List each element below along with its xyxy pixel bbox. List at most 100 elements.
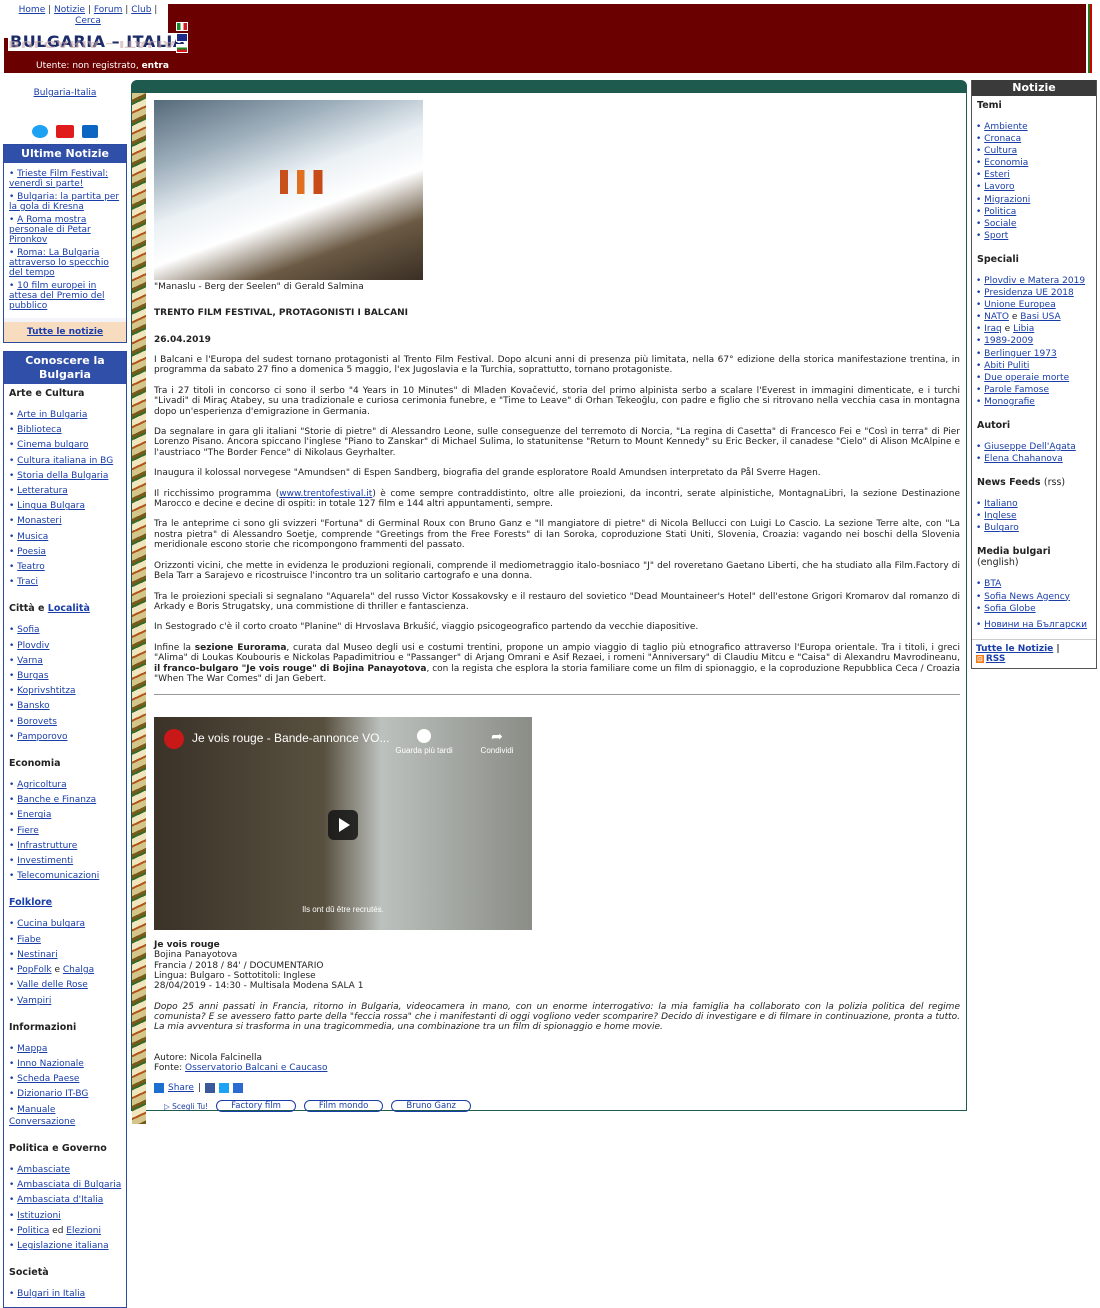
plus-icon[interactable] xyxy=(154,1083,164,1094)
citta-link[interactable]: Burgas xyxy=(17,671,48,681)
watch-later-button[interactable]: Guarda più tardi xyxy=(394,729,454,755)
temi-link[interactable]: Politica xyxy=(984,207,1016,217)
pol-link[interactable]: Ambasciata di Bulgaria xyxy=(17,1180,121,1190)
all-news-link[interactable]: Tutte le notizie xyxy=(4,322,126,342)
nav-forum-link[interactable]: Forum xyxy=(94,5,123,15)
italian-flag-icon[interactable] xyxy=(176,22,188,31)
folk-link[interactable]: Valle delle Rose xyxy=(17,980,88,990)
temi-link[interactable]: Cultura xyxy=(984,146,1017,156)
channel-logo-icon[interactable] xyxy=(164,729,184,750)
feed-link[interactable]: Inglese xyxy=(984,511,1016,521)
festival-link[interactable]: www.trentofestival.it xyxy=(279,489,372,499)
citta-link[interactable]: Borovets xyxy=(17,717,57,727)
speciali-link[interactable]: Presidenza UE 2018 xyxy=(984,288,1074,298)
folk-link[interactable]: Vampiri xyxy=(17,996,51,1006)
arte-link[interactable]: Lingua Bulgara xyxy=(17,501,85,511)
media-link[interactable]: Sofia News Agency xyxy=(984,592,1070,602)
speciali-link[interactable]: Due operaie morte xyxy=(984,373,1069,383)
feed-link[interactable]: Italiano xyxy=(984,499,1017,509)
arte-link[interactable]: Arte in Bulgaria xyxy=(17,410,87,420)
info-link[interactable]: Inno Nazionale xyxy=(17,1059,84,1069)
economia-link[interactable]: Investimenti xyxy=(17,856,73,866)
arte-link[interactable]: Traci xyxy=(17,577,38,587)
citta-link[interactable]: Bansko xyxy=(17,701,49,711)
citta-link[interactable]: Plovdiv xyxy=(17,641,49,651)
latest-news-link[interactable]: Roma: La Bulgaria attraverso lo specchio… xyxy=(9,248,109,278)
citta-link[interactable]: Sofia xyxy=(17,625,39,635)
economia-link[interactable]: Energia xyxy=(17,810,51,820)
speciali-link[interactable]: Parole Famose xyxy=(984,385,1049,395)
nato-link[interactable]: NATO xyxy=(984,312,1009,322)
speciali-link[interactable]: 1989-2009 xyxy=(984,336,1033,346)
pol-link[interactable]: Legislazione italiana xyxy=(17,1241,108,1251)
uk-flag-icon[interactable] xyxy=(176,33,188,42)
arte-link[interactable]: Biblioteca xyxy=(17,425,61,435)
economia-link[interactable]: Telecomunicazioni xyxy=(17,871,99,881)
pol-link[interactable]: Ambasciate xyxy=(17,1165,70,1175)
societa-link[interactable]: Bulgari in Italia xyxy=(17,1289,85,1299)
share-link[interactable]: Share xyxy=(168,1083,194,1093)
feed-link[interactable]: Bulgaro xyxy=(984,523,1019,533)
economia-link[interactable]: Agricoltura xyxy=(17,780,66,790)
chalga-link[interactable]: Chalga xyxy=(63,965,94,975)
nav-home-link[interactable]: Home xyxy=(19,5,46,15)
login-link[interactable]: entra xyxy=(142,61,169,71)
pol-link[interactable]: Ambasciata d'Italia xyxy=(17,1195,103,1205)
libia-link[interactable]: Libia xyxy=(1013,324,1034,334)
source-link[interactable]: Osservatorio Balcani e Caucaso xyxy=(185,1063,327,1073)
citta-link[interactable]: Pamporovo xyxy=(17,732,67,742)
arte-link[interactable]: Storia della Bulgaria xyxy=(17,471,108,481)
folk-link[interactable]: Fiabe xyxy=(17,935,41,945)
info-link[interactable]: Dizionario IT-BG xyxy=(17,1089,88,1099)
arte-link[interactable]: Monasteri xyxy=(17,516,61,526)
folk-link[interactable]: Nestinari xyxy=(17,950,57,960)
bulgarian-flag-icon[interactable] xyxy=(176,44,188,53)
nav-cerca-link[interactable]: Cerca xyxy=(75,16,101,26)
citta-link[interactable]: Koprivshtitza xyxy=(17,686,75,696)
localita-link[interactable]: Località xyxy=(48,603,90,614)
pol-link[interactable]: Istituzioni xyxy=(17,1211,61,1221)
video-share-button[interactable]: ➦ Condividi xyxy=(472,729,522,755)
latest-news-link[interactable]: Bulgaria: la partita per la gola di Kres… xyxy=(9,192,119,212)
temi-link[interactable]: Esteri xyxy=(984,170,1010,180)
temi-link[interactable]: Sport xyxy=(984,231,1008,241)
speciali-link[interactable]: Abiti Puliti xyxy=(984,361,1029,371)
arte-link[interactable]: Cultura italiana in BG xyxy=(17,456,113,466)
bulgaria-italia-link[interactable]: Bulgaria-Italia xyxy=(3,88,127,98)
folk-link[interactable]: Cucina bulgara xyxy=(17,919,85,929)
economia-link[interactable]: Fiere xyxy=(17,826,39,836)
temi-link[interactable]: Economia xyxy=(984,158,1028,168)
video-title[interactable]: Je vois rouge - Bande-annonce VO... xyxy=(192,731,389,745)
latest-news-link[interactable]: A Roma mostra personale di Petar Pironko… xyxy=(9,215,91,245)
arte-link[interactable]: Teatro xyxy=(17,562,45,572)
rss-icon[interactable]: ⊡ xyxy=(976,654,984,663)
twitter-icon[interactable] xyxy=(32,124,48,138)
autori-link[interactable]: Elena Chahanova xyxy=(984,454,1063,464)
temi-link[interactable]: Lavoro xyxy=(984,182,1014,192)
citta-link[interactable]: Varna xyxy=(17,656,43,666)
media-link[interactable]: Sofia Globe xyxy=(984,604,1036,614)
speciali-link[interactable]: Unione Europea xyxy=(984,300,1056,310)
temi-link[interactable]: Ambiente xyxy=(984,122,1027,132)
speciali-link[interactable]: Monografie xyxy=(984,397,1035,407)
temi-link[interactable]: Cronaca xyxy=(984,134,1021,144)
facebook-icon[interactable] xyxy=(205,1083,216,1094)
arte-link[interactable]: Poesia xyxy=(17,547,46,557)
elezioni-link[interactable]: Elezioni xyxy=(66,1226,101,1236)
basi-usa-link[interactable]: Basi USA xyxy=(1020,312,1060,322)
twitter-share-icon[interactable] xyxy=(219,1083,230,1094)
latest-news-link[interactable]: Trieste Film Festival: venerdì si parte! xyxy=(9,169,108,189)
video-player[interactable]: Je vois rouge - Bande-annonce VO... Guar… xyxy=(154,717,532,931)
autori-link[interactable]: Giuseppe Dell'Agata xyxy=(984,442,1076,452)
economia-link[interactable]: Banche e Finanza xyxy=(17,795,96,805)
politica-link[interactable]: Politica xyxy=(17,1226,49,1236)
info-link[interactable]: Scheda Paese xyxy=(17,1074,79,1084)
linkedin-icon[interactable] xyxy=(82,124,98,138)
economia-link[interactable]: Infrastrutture xyxy=(17,841,77,851)
all-news-right-link[interactable]: Tutte le Notizie xyxy=(976,644,1053,654)
nav-notizie-link[interactable]: Notizie xyxy=(54,5,85,15)
popfolk-link[interactable]: PopFolk xyxy=(17,965,51,975)
email-icon[interactable] xyxy=(233,1083,244,1094)
arte-link[interactable]: Musica xyxy=(17,532,48,542)
speciali-link[interactable]: Plovdiv e Matera 2019 xyxy=(984,276,1085,286)
